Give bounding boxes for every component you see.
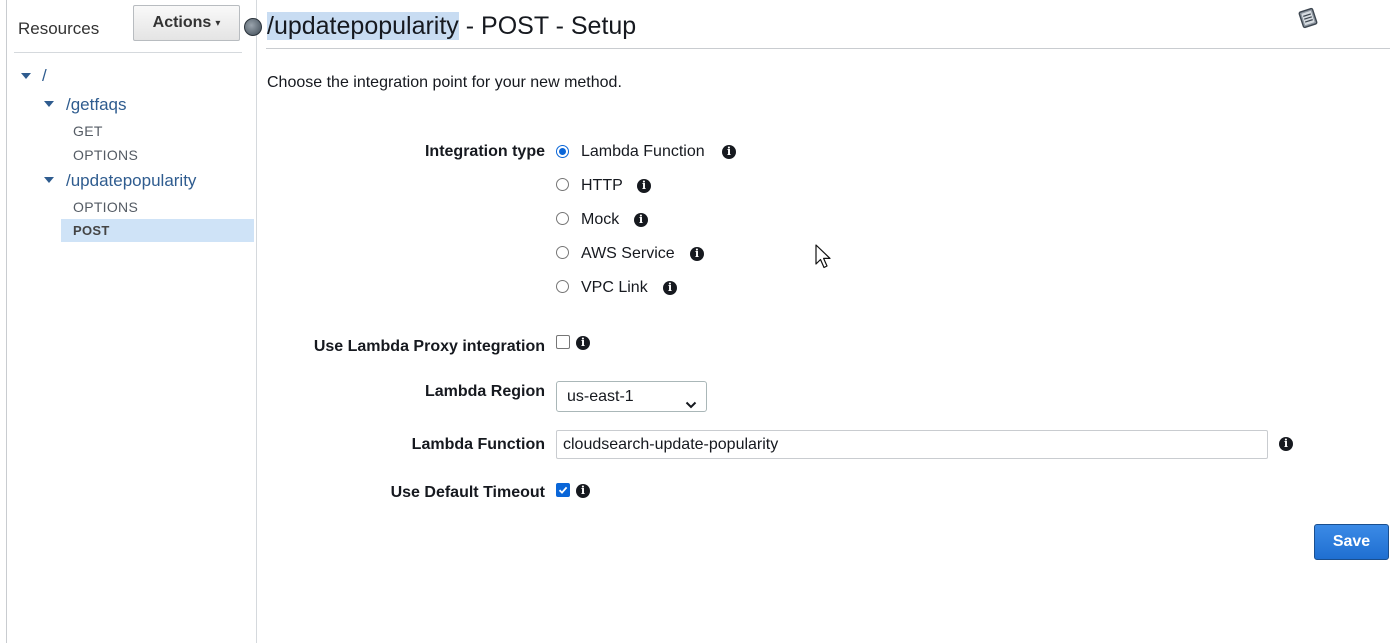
lambda-function-input[interactable]: [556, 430, 1268, 459]
tree-item-updatepopularity[interactable]: /updatepopularity: [66, 171, 196, 191]
tree-method-options[interactable]: OPTIONS: [73, 199, 138, 215]
info-icon[interactable]: i: [722, 145, 736, 159]
mouse-cursor-icon: [815, 244, 833, 270]
info-icon[interactable]: i: [663, 281, 677, 295]
book-icon[interactable]: [1296, 6, 1320, 30]
info-icon[interactable]: i: [637, 179, 651, 193]
tree-method-post[interactable]: POST: [73, 223, 110, 238]
resources-title: Resources: [18, 19, 100, 38]
info-icon[interactable]: i: [1279, 437, 1293, 451]
region-label: Lambda Region: [424, 383, 545, 400]
expand-getfaqs-icon[interactable]: [43, 98, 55, 110]
radio-aws-service[interactable]: [556, 246, 569, 259]
radio-vpc-link[interactable]: [556, 280, 569, 293]
proxy-label: Use Lambda Proxy integration: [313, 338, 545, 355]
radio-mock[interactable]: [556, 212, 569, 225]
tree-item-root[interactable]: /: [42, 66, 47, 86]
info-icon[interactable]: i: [690, 247, 704, 261]
title-suffix: - POST - Setup: [458, 12, 637, 40]
timeout-label: Use Default Timeout: [390, 484, 545, 501]
region-select[interactable]: us-east-1: [556, 381, 707, 412]
tree-item-getfaqs[interactable]: /getfaqs: [66, 95, 127, 115]
region-value: us-east-1: [567, 388, 634, 405]
title-divider: [266, 48, 1390, 49]
panel-edge: [6, 0, 7, 643]
function-label: Lambda Function: [411, 436, 545, 453]
save-button[interactable]: Save: [1314, 524, 1389, 560]
option-lambda-function[interactable]: Lambda Function: [581, 143, 705, 161]
tree-method-get[interactable]: GET: [73, 123, 103, 139]
option-aws-service[interactable]: AWS Service: [581, 245, 675, 263]
actions-button[interactable]: Actions ▾: [133, 5, 240, 41]
option-vpc-link[interactable]: VPC Link: [581, 279, 648, 297]
actions-label: Actions: [152, 14, 212, 31]
info-icon[interactable]: i: [576, 484, 590, 498]
collapse-panel-handle[interactable]: [244, 18, 262, 36]
expand-root-icon[interactable]: [20, 70, 32, 82]
page-title: /updatepopularity - POST - Setup: [267, 12, 636, 41]
api-gateway-method-setup: Resources Actions ▾ / /getfaqs GET OPTIO…: [0, 0, 1400, 643]
radio-http[interactable]: [556, 178, 569, 191]
info-icon[interactable]: i: [634, 213, 648, 227]
resource-path: /updatepopularity: [267, 12, 459, 40]
tree-method-options[interactable]: OPTIONS: [73, 147, 138, 163]
info-icon[interactable]: i: [576, 336, 590, 350]
resources-panel: Resources Actions ▾ / /getfaqs GET OPTIO…: [0, 0, 257, 643]
timeout-checkbox[interactable]: [556, 483, 570, 497]
option-mock[interactable]: Mock: [581, 211, 619, 229]
expand-updatepopularity-icon[interactable]: [43, 174, 55, 186]
caret-down-icon: ▾: [215, 17, 221, 29]
intro-text: Choose the integration point for your ne…: [267, 74, 622, 91]
radio-lambda-function[interactable]: [556, 145, 569, 158]
proxy-checkbox[interactable]: [556, 335, 570, 349]
integration-type-label: Integration type: [424, 143, 545, 160]
chevron-down-icon: [685, 391, 697, 420]
option-http[interactable]: HTTP: [581, 177, 623, 195]
divider: [14, 52, 242, 53]
